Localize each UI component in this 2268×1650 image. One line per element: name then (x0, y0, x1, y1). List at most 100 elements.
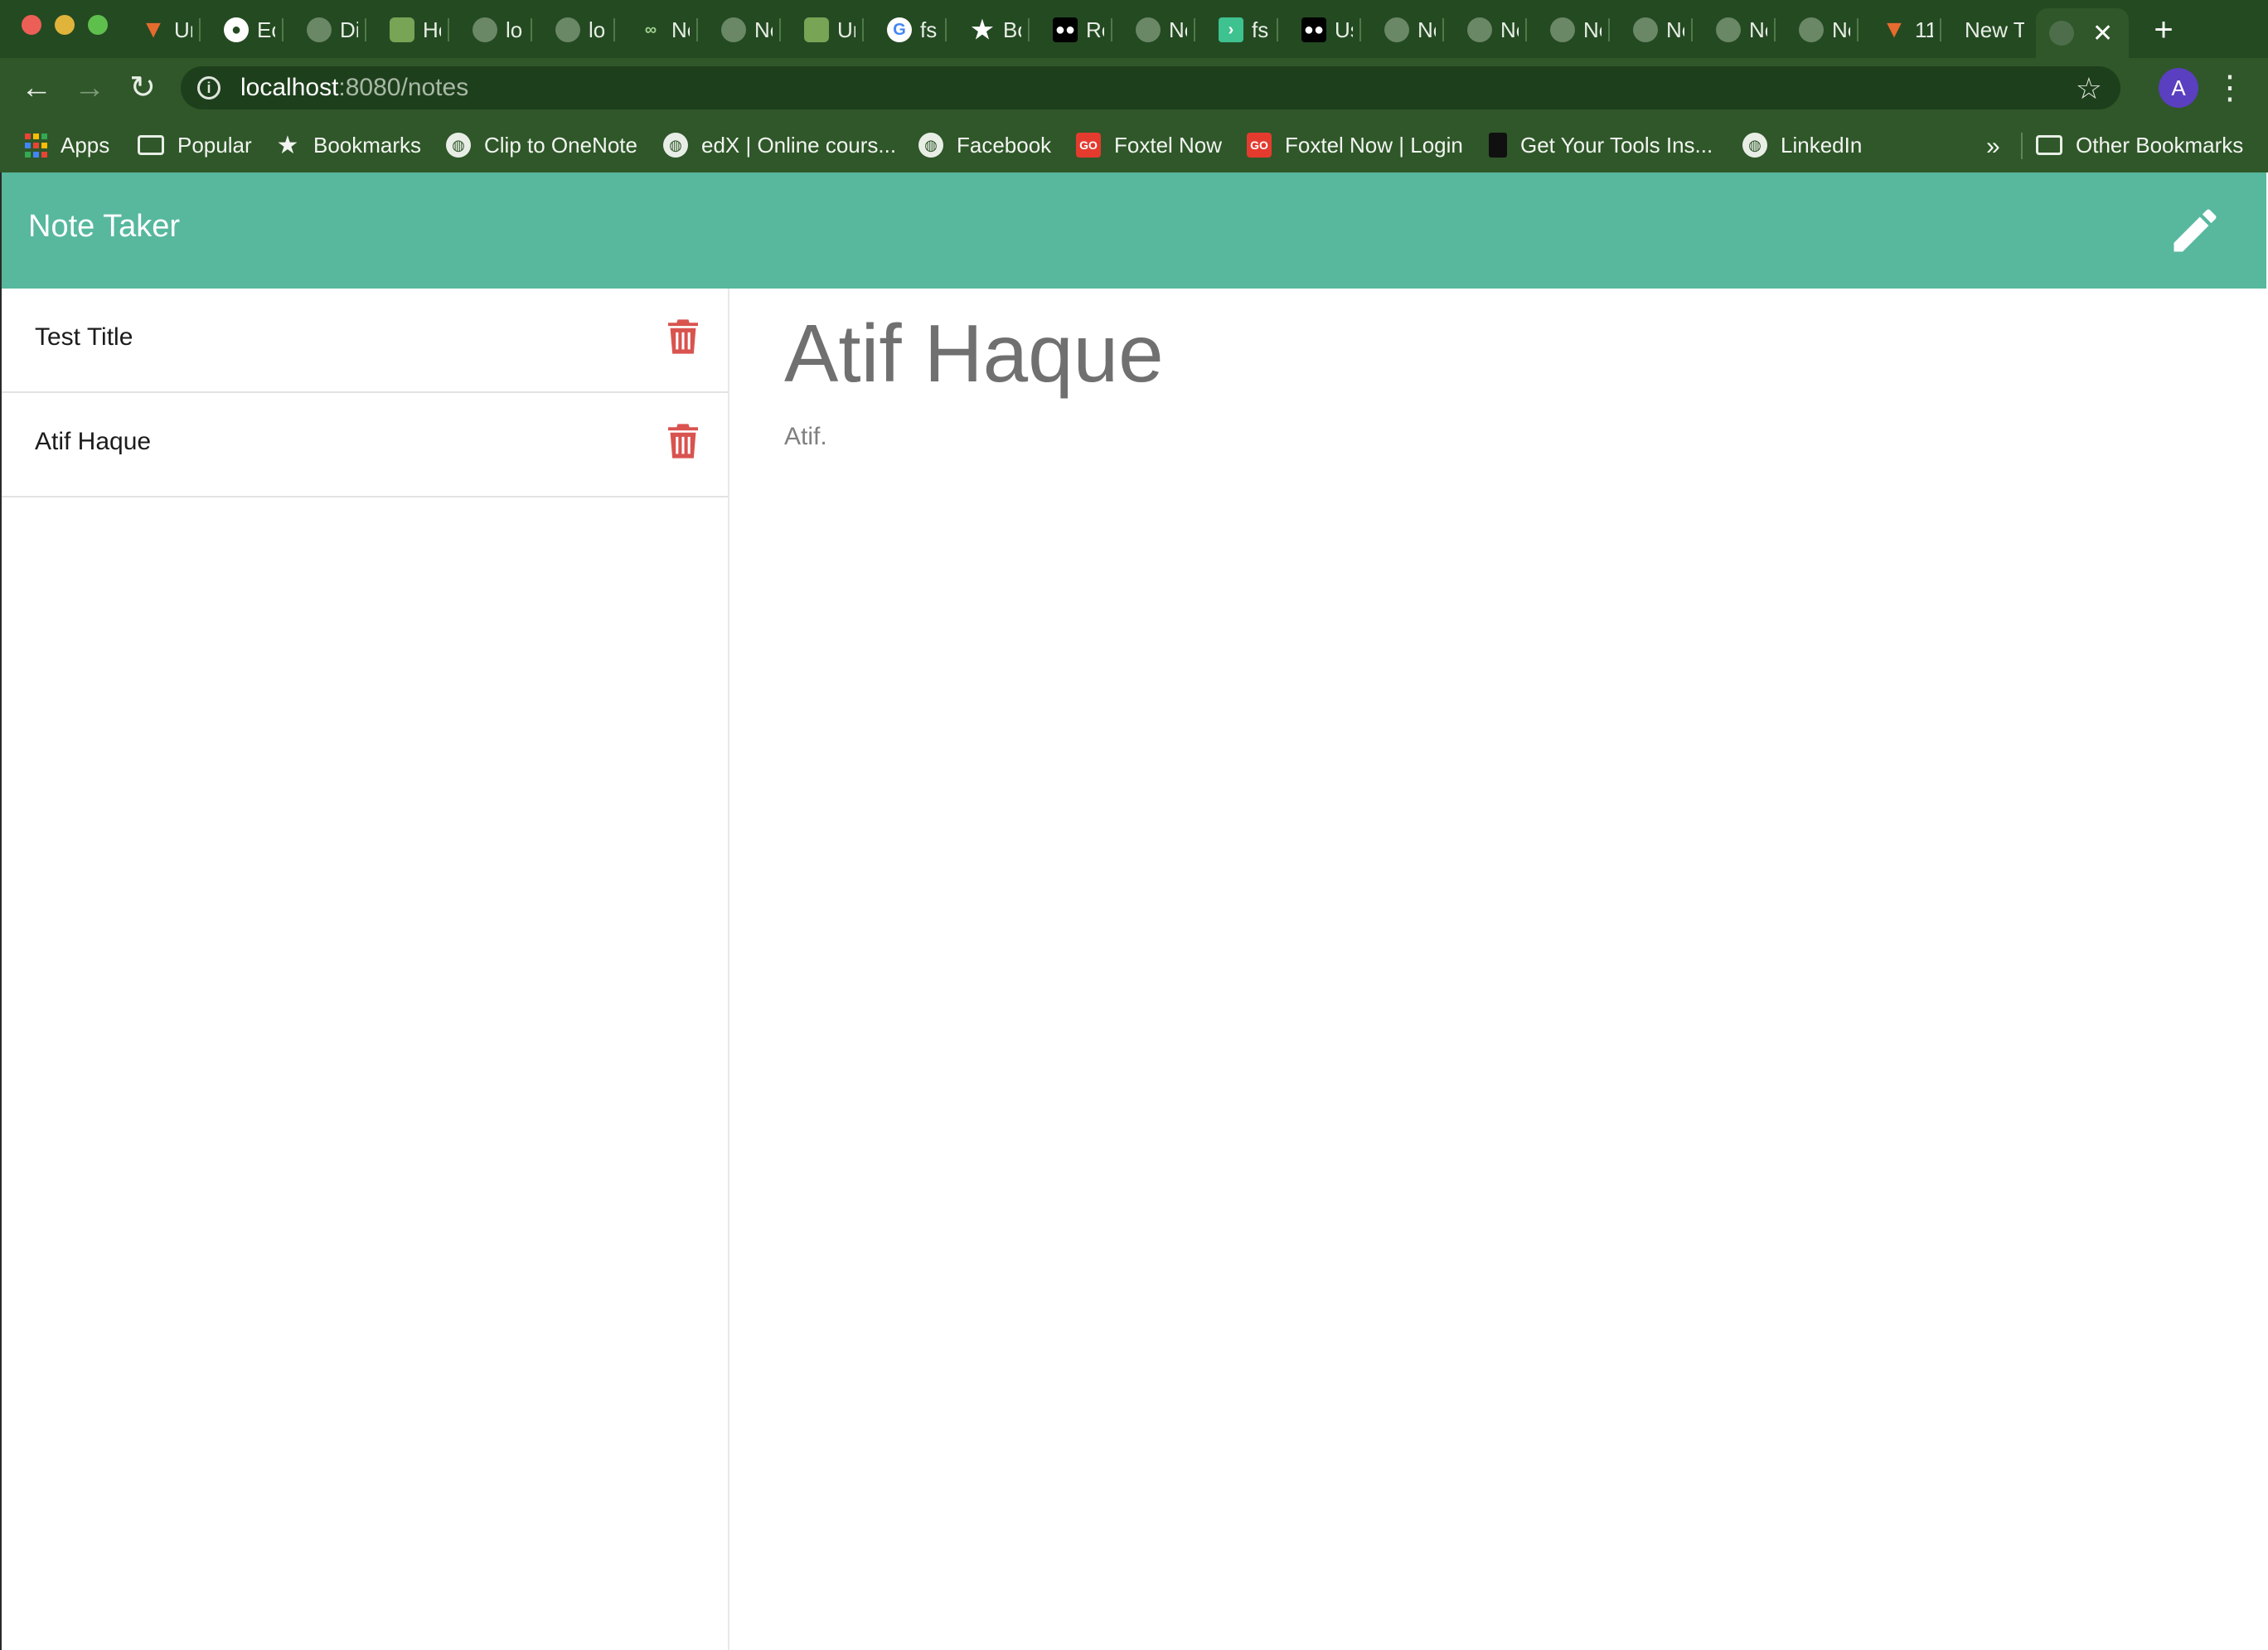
browser-tab[interactable]: ★ Bo (970, 8, 1030, 51)
note-text-field[interactable]: Atif. (784, 423, 827, 451)
browser-chrome: ▼ Ur ● Ec Di He lo lo ∞ Ne Ne (0, 0, 2268, 172)
globe-icon (1136, 17, 1161, 42)
browser-tab[interactable]: He (390, 8, 449, 51)
bookmark-apps[interactable]: Apps (25, 126, 109, 164)
bookmark-linkedin[interactable]: ◍ LinkedIn (1742, 126, 1862, 164)
tab-label: Ec (257, 17, 275, 42)
folder-icon (138, 135, 164, 155)
browser-tab[interactable]: Ur (804, 8, 864, 51)
info-icon[interactable]: i (197, 76, 220, 99)
terminal-icon: › (1219, 17, 1243, 42)
browser-tab[interactable]: Ne (1799, 8, 1858, 51)
tab-label: Ne (1169, 17, 1187, 42)
browser-tab[interactable]: ▼ 11 (1882, 8, 1941, 51)
browser-tab[interactable]: ●● Re (1053, 8, 1112, 51)
new-note-pencil-icon[interactable] (2167, 202, 2223, 259)
close-window-button[interactable] (22, 15, 41, 35)
close-tab-icon[interactable]: ✕ (2092, 19, 2113, 48)
browser-tab[interactable]: ● Ec (224, 8, 284, 51)
star-icon: ★ (276, 131, 299, 159)
note-title-field[interactable]: Atif Haque (784, 307, 1164, 400)
bookmark-label: edX | Online cours... (701, 132, 897, 158)
bookmark-facebook[interactable]: ◍ Facebook (918, 126, 1051, 164)
bookmark-other[interactable]: Other Bookmarks (2036, 126, 2243, 164)
globe-icon (472, 17, 497, 42)
bookmark-label: Popular (177, 132, 252, 158)
browser-tab[interactable]: ∞ Ne (638, 8, 698, 51)
bookmark-label: Clip to OneNote (484, 132, 637, 158)
url-text[interactable]: localhost:8080/notes (240, 74, 468, 102)
bookmark-get-your-tools[interactable]: Get Your Tools Ins... (1489, 126, 1713, 164)
bookmark-label: Get Your Tools Ins... (1520, 132, 1713, 158)
globe-icon (1633, 17, 1658, 42)
globe-icon (1799, 17, 1824, 42)
new-tab-button[interactable]: + (2144, 10, 2183, 50)
medium-icon: ●● (1053, 17, 1078, 42)
note-list-item[interactable]: Test Title (2, 289, 728, 393)
address-bar[interactable]: i localhost:8080/notes ☆ (181, 66, 2120, 109)
more-bookmarks-chevron[interactable]: » (1986, 133, 2000, 161)
browser-tab[interactable]: Ne (1467, 8, 1527, 51)
tab-label: 11 (1915, 17, 1933, 42)
infinity-icon: ∞ (644, 20, 657, 39)
bookmark-popular[interactable]: Popular (138, 126, 252, 164)
bookmarks-bar: Apps Popular ★ Bookmarks ◍ Clip to OneNo… (0, 118, 2268, 172)
tab-label: fs (920, 17, 938, 42)
browser-tab[interactable]: ▼ Ur (141, 8, 201, 51)
bookmarks-divider (2021, 133, 2023, 159)
bookmark-bookmarks[interactable]: ★ Bookmarks (275, 126, 422, 164)
browser-tab[interactable]: Ne (721, 8, 781, 51)
tab-label: lo (506, 17, 523, 42)
profile-avatar[interactable]: A (2159, 68, 2198, 108)
browser-tab[interactable]: G fs (887, 8, 947, 51)
browser-tab[interactable]: Ne (1136, 8, 1195, 51)
tab-label: Ne (1500, 17, 1519, 42)
globe-icon (1384, 17, 1409, 42)
tab-strip: ▼ Ur ● Ec Di He lo lo ∞ Ne Ne (0, 0, 2268, 58)
bookmark-star-icon[interactable]: ☆ (2076, 71, 2102, 106)
tab-label: Bo (1003, 17, 1021, 42)
tab-label: New T (1965, 17, 2024, 42)
book-icon (1489, 133, 1507, 158)
apps-grid-icon (25, 133, 47, 158)
browser-tab[interactable]: ●● Us (1301, 8, 1361, 51)
browser-tab[interactable]: › fs (1219, 8, 1278, 51)
browser-tab[interactable]: New T (1965, 8, 2024, 51)
reload-icon[interactable]: ↻ (124, 70, 161, 106)
globe-icon (307, 17, 332, 42)
delete-trash-icon[interactable] (668, 318, 698, 355)
browser-tab[interactable]: Ne (1633, 8, 1693, 51)
browser-tab[interactable]: Ne (1550, 8, 1610, 51)
globe-icon (1467, 17, 1492, 42)
globe-icon: ◍ (446, 133, 471, 158)
minimize-window-button[interactable] (55, 15, 75, 35)
tab-label: Us (1335, 17, 1353, 42)
browser-tab[interactable]: Ne (1384, 8, 1444, 51)
tab-label: Re (1086, 17, 1104, 42)
browser-tab[interactable]: Di (307, 8, 366, 51)
bookmark-label: Other Bookmarks (2076, 132, 2244, 158)
bookmark-foxtel-now[interactable]: GO Foxtel Now (1076, 126, 1222, 164)
delete-trash-icon[interactable] (668, 423, 698, 459)
star-icon: ★ (971, 16, 994, 44)
menu-kebab-icon[interactable]: ⋮ (2213, 70, 2246, 106)
node-icon (390, 17, 414, 42)
tab-label: fs (1252, 17, 1269, 42)
note-item-title[interactable]: Test Title (35, 323, 133, 352)
bookmark-edx[interactable]: ◍ edX | Online cours... (663, 126, 896, 164)
note-item-title[interactable]: Atif Haque (35, 428, 151, 456)
browser-tab[interactable]: lo (555, 8, 615, 51)
app-title[interactable]: Note Taker (28, 209, 180, 245)
bookmark-label: Apps (61, 132, 110, 158)
active-browser-tab[interactable]: ✕ (2036, 8, 2129, 58)
globe-icon: ◍ (918, 133, 943, 158)
bookmark-clip-to-onenote[interactable]: ◍ Clip to OneNote (446, 126, 637, 164)
back-icon[interactable]: ← (18, 70, 55, 106)
bookmark-foxtel-login[interactable]: GO Foxtel Now | Login (1247, 126, 1463, 164)
forward-icon[interactable]: → (71, 70, 108, 106)
tab-label: Ne (754, 17, 773, 42)
maximize-window-button[interactable] (88, 15, 108, 35)
browser-tab[interactable]: Ne (1716, 8, 1776, 51)
note-list-item[interactable]: Atif Haque (2, 393, 728, 497)
browser-tab[interactable]: lo (472, 8, 532, 51)
